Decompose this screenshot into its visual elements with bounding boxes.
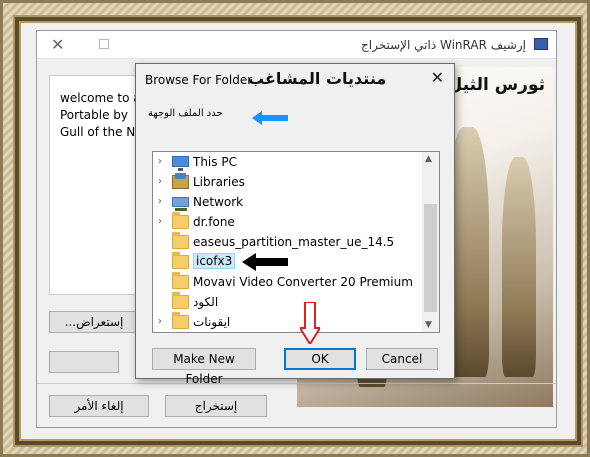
scroll-down-icon[interactable]: ▼ xyxy=(425,320,432,330)
path-field[interactable] xyxy=(49,351,119,373)
dialog-instruction: حدد الملف الوجهة xyxy=(148,108,223,119)
cancel-button[interactable]: إلغاء الأمر xyxy=(49,395,149,417)
browse-button[interactable]: إستعراض... xyxy=(49,311,139,333)
black-arrow-annotation-icon xyxy=(242,253,288,271)
blue-arrow-annotation-icon xyxy=(252,111,288,125)
tree-item-dr-fone[interactable]: › dr.fone xyxy=(153,212,421,233)
tree-item-label: الكود xyxy=(193,295,219,309)
winrar-app-icon xyxy=(534,38,548,50)
make-new-folder-button[interactable]: Make New Folder xyxy=(152,348,256,386)
folder-icon xyxy=(172,232,189,249)
tree-item-label: Movavi Video Converter 20 Premium xyxy=(193,275,413,289)
sfx-separator xyxy=(37,383,556,384)
close-icon[interactable]: ✕ xyxy=(431,68,444,87)
tree-item-icons[interactable]: › ايقونات xyxy=(153,312,421,332)
tree-item-this-pc[interactable]: › This PC xyxy=(153,153,421,173)
folder-icon xyxy=(172,312,189,329)
chevron-right-icon[interactable]: › xyxy=(158,156,162,167)
sfx-titlebar: ✕ إرشيف WinRAR ذاتي الإستخراج xyxy=(37,31,556,59)
tree-item-label-selected: icofx3 xyxy=(193,253,236,269)
tree-item-label: ايقونات xyxy=(193,315,231,329)
tree-item-network[interactable]: › Network xyxy=(153,193,421,213)
folder-icon xyxy=(172,212,189,229)
cancel-button[interactable]: Cancel xyxy=(366,348,438,370)
tree-item-label: easeus_partition_master_ue_14.5 xyxy=(193,235,395,249)
network-icon xyxy=(172,197,189,211)
close-icon[interactable]: ✕ xyxy=(51,35,64,54)
folder-icon xyxy=(172,272,189,289)
tree-item-libraries[interactable]: › Libraries xyxy=(153,173,421,193)
forum-watermark: منتديات المشاغب xyxy=(248,69,387,88)
tree-item-movavi[interactable]: Movavi Video Converter 20 Premium xyxy=(153,272,421,293)
chevron-right-icon[interactable]: › xyxy=(158,216,162,227)
scroll-up-icon[interactable]: ▲ xyxy=(425,154,432,164)
tree-item-label: Libraries xyxy=(193,175,245,189)
chevron-right-icon[interactable]: › xyxy=(158,176,162,187)
tree-item-label: This PC xyxy=(193,155,237,169)
tree-item-alkod[interactable]: الكود xyxy=(153,292,421,313)
ok-button[interactable]: OK xyxy=(284,348,356,370)
tree-scrollbar[interactable]: ▲ ▼ xyxy=(422,152,439,332)
chevron-right-icon[interactable]: › xyxy=(158,316,162,327)
dialog-title: Browse For Folder xyxy=(145,73,253,87)
scrollbar-thumb[interactable] xyxy=(424,204,437,312)
maximize-icon[interactable] xyxy=(99,39,109,49)
tree-item-easeus[interactable]: easeus_partition_master_ue_14.5 xyxy=(153,232,421,253)
browse-for-folder-dialog: Browse For Folder منتديات المشاغب ✕ حدد … xyxy=(135,63,455,386)
folder-icon xyxy=(172,292,189,309)
folder-tree[interactable]: › This PC › Libraries › Network › dr.fon… xyxy=(152,151,440,333)
folder-icon xyxy=(172,252,189,269)
libraries-icon xyxy=(172,173,189,189)
chess-piece-image xyxy=(502,157,536,377)
banner-title: ثورس الثيل xyxy=(447,75,545,95)
computer-icon xyxy=(172,156,189,171)
sfx-window-title: إرشيف WinRAR ذاتي الإستخراج xyxy=(361,38,526,52)
chevron-right-icon[interactable]: › xyxy=(158,196,162,207)
red-arrow-annotation-icon xyxy=(300,302,320,344)
tree-item-label: Network xyxy=(193,195,244,209)
extract-button[interactable]: إستخراج xyxy=(165,395,267,417)
tree-item-label: dr.fone xyxy=(193,215,235,229)
